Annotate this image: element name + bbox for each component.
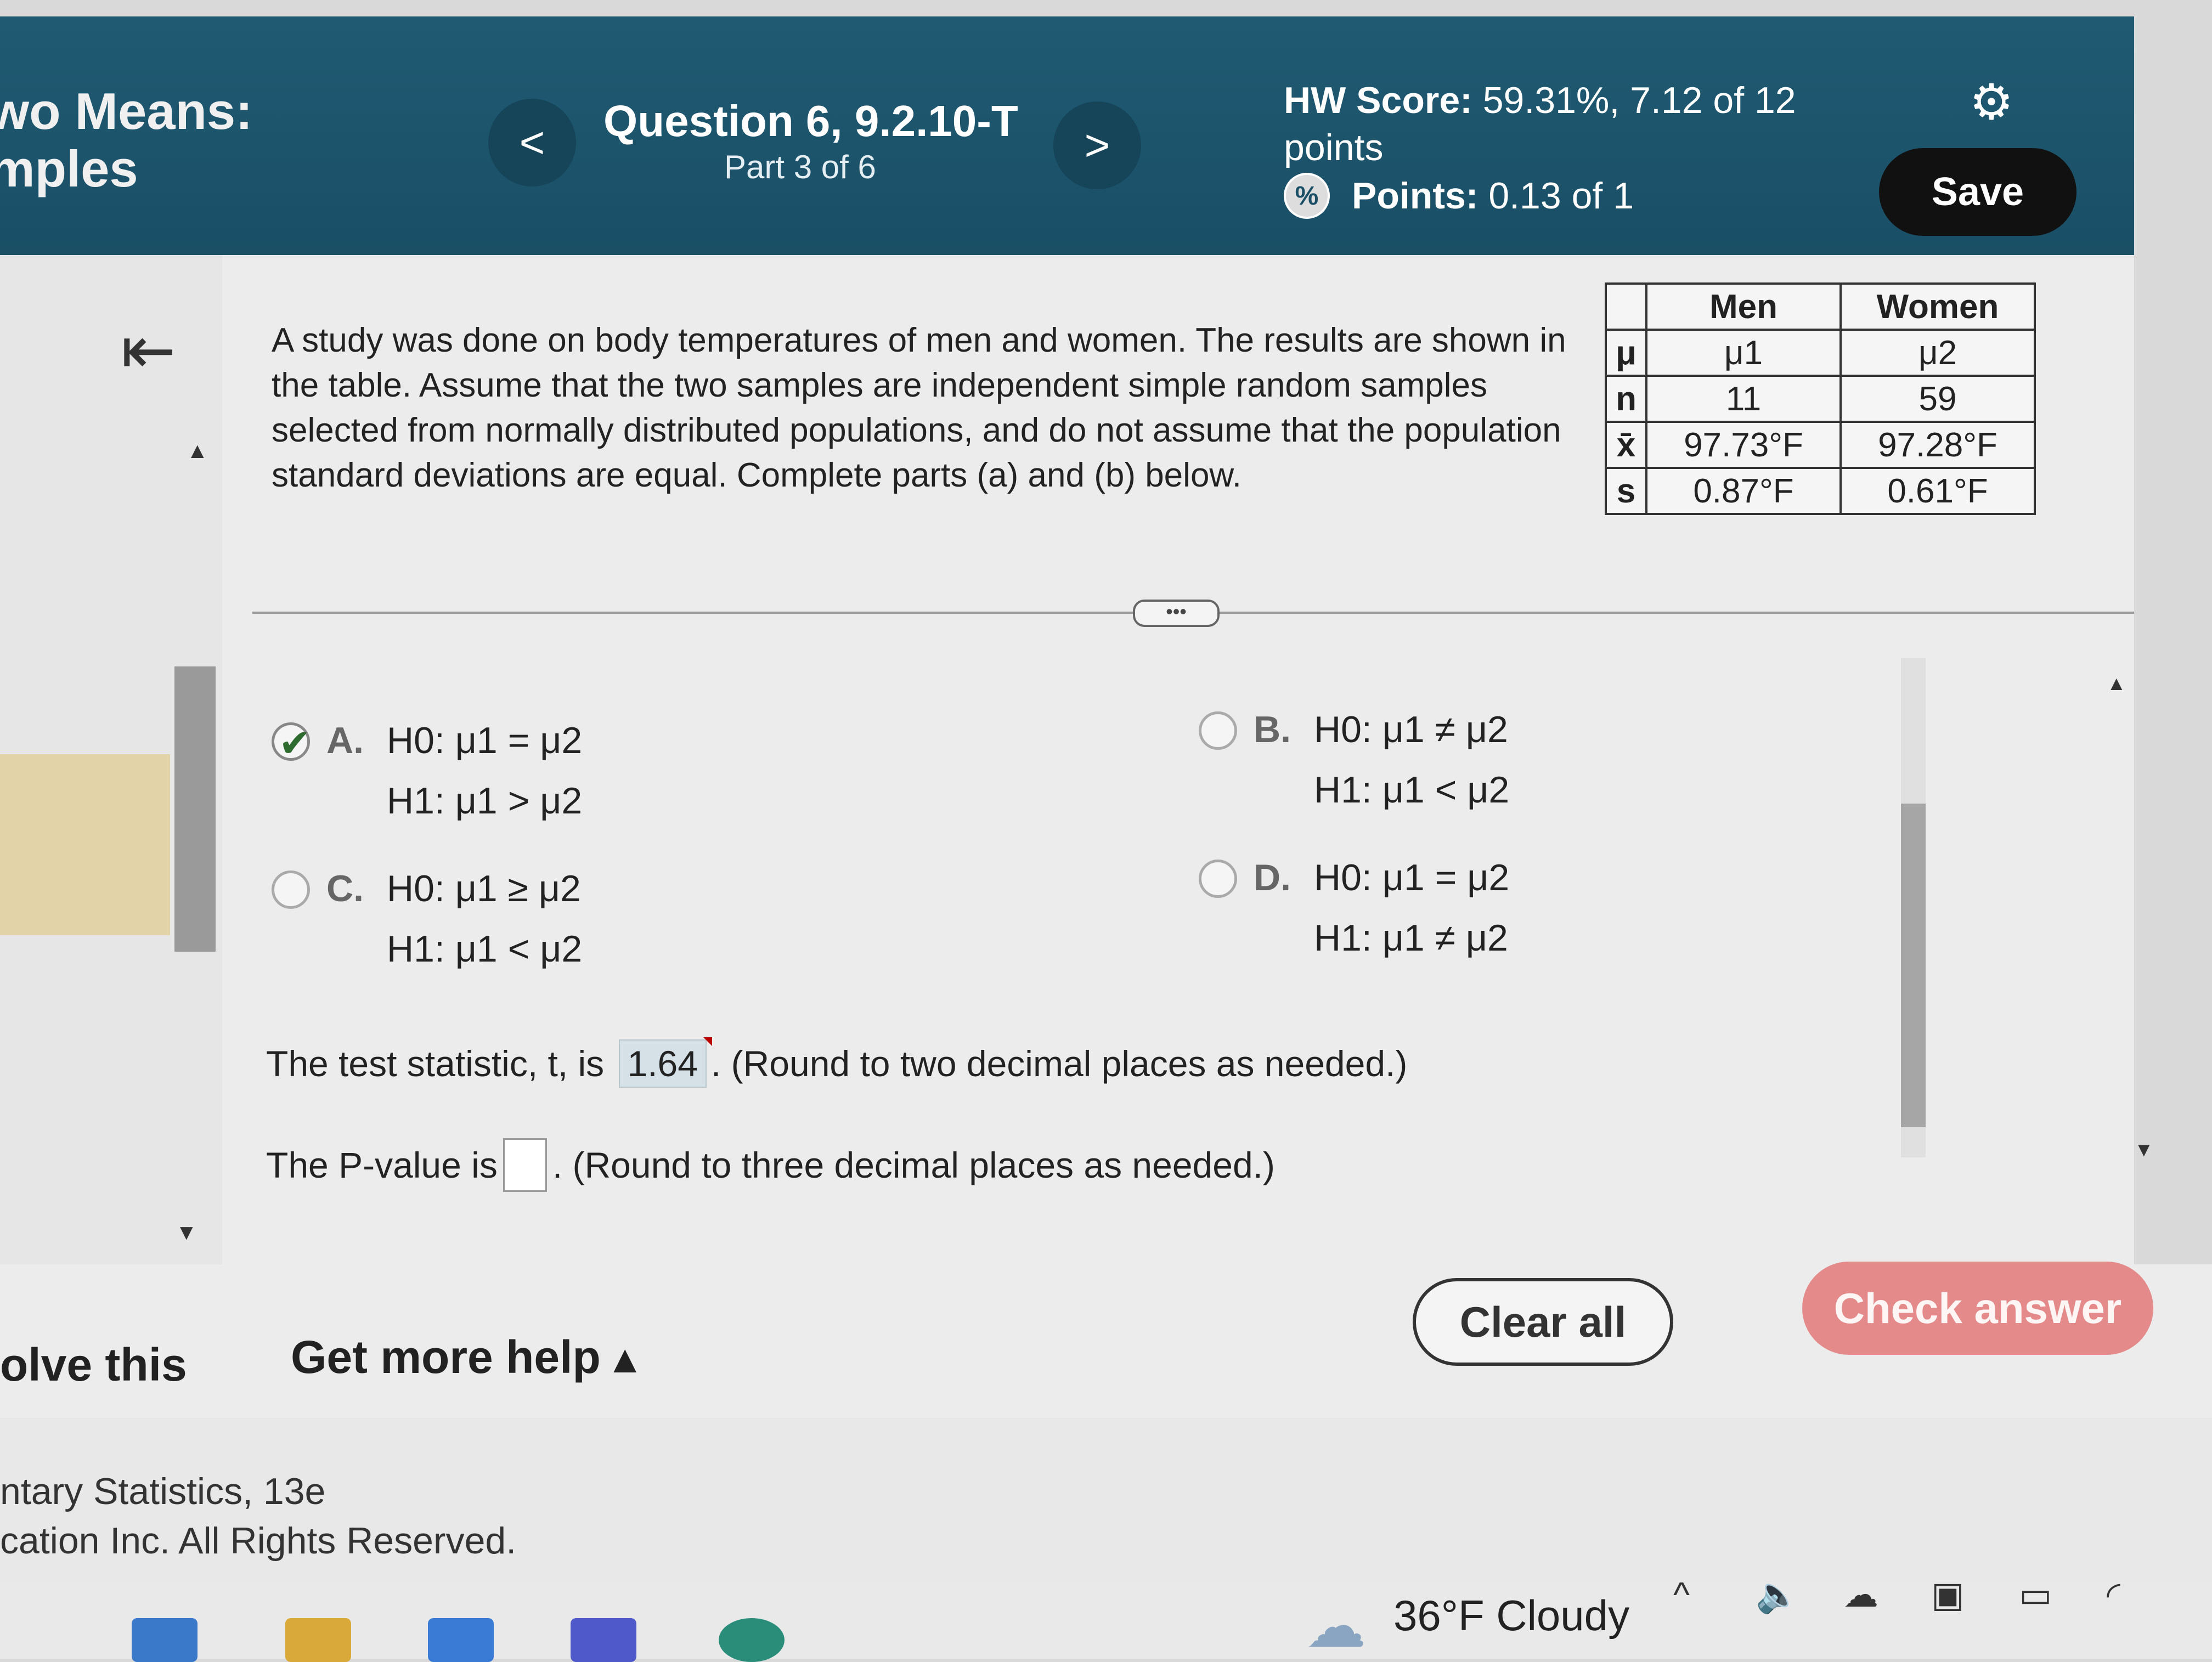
clipboard-icon[interactable]: ▣ [1931, 1574, 1964, 1615]
row-label: μ [1605, 329, 1647, 377]
option-b[interactable]: B. H0: μ1 ≠ μ2 H1: μ1 < μ2 [1199, 699, 1509, 820]
sidebar-scrollbar[interactable] [174, 666, 216, 952]
scroll-down-icon[interactable]: ▼ [2134, 1138, 2154, 1161]
edge-icon[interactable] [719, 1618, 785, 1662]
alt-hypothesis: H1: μ1 < μ2 [387, 928, 583, 970]
radio-icon[interactable] [272, 870, 310, 909]
null-hypothesis: H0: μ1 ≠ μ2 [1314, 709, 1508, 750]
problem-statement: A study was done on body temperatures of… [272, 321, 1566, 494]
solve-this-link[interactable]: olve this [0, 1338, 187, 1392]
onedrive-icon[interactable]: ☁ [1843, 1574, 1878, 1615]
points-value: 0.13 of 1 [1488, 175, 1634, 217]
option-letter: D. [1254, 857, 1291, 898]
table-cell: 97.73°F [1645, 421, 1842, 469]
test-stat-suffix: . (Round to two decimal places as needed… [710, 1043, 1408, 1084]
chevron-right-icon: > [1084, 121, 1110, 169]
teams-icon[interactable] [571, 1618, 636, 1662]
todo-icon[interactable] [428, 1618, 494, 1662]
table-row: μ μ1 μ2 [1605, 329, 2036, 377]
course-title: wo Means: mples [0, 82, 253, 197]
table-cell: μ2 [1839, 329, 2036, 377]
collapse-sidebar-icon[interactable]: ⇤ [121, 313, 176, 389]
scroll-down-icon[interactable]: ▼ [176, 1220, 198, 1245]
table-cell: 11 [1645, 375, 1842, 423]
table-header-cell: Women [1839, 282, 2036, 331]
table-cell: 59 [1839, 375, 2036, 423]
table-cell: 0.61°F [1839, 467, 2036, 515]
points-label: Points: [1352, 175, 1479, 217]
volume-icon[interactable]: 🔈 [1756, 1574, 1799, 1615]
option-letter: A. [326, 720, 364, 761]
weather-status[interactable]: 36°F Cloudy [1393, 1591, 1629, 1641]
partial-credit-icon: % [1284, 173, 1330, 219]
option-letter: B. [1254, 709, 1291, 750]
radio-icon[interactable] [1199, 711, 1237, 750]
chevron-up-icon[interactable]: ^ [1673, 1574, 1690, 1615]
cloud-icon[interactable]: ☁ [1306, 1591, 1366, 1661]
table-cell: 97.28°F [1839, 421, 2036, 469]
radio-checked-icon[interactable] [272, 713, 311, 773]
scroll-up-icon[interactable]: ▲ [187, 439, 208, 463]
table-header-cell [1605, 282, 1647, 331]
test-statistic-row: The test statistic, t, is 1.64. (Round t… [266, 1037, 1408, 1088]
save-button[interactable]: Save [1879, 148, 2076, 236]
option-a[interactable]: A. H0: μ1 = μ2 H1: μ1 > μ2 [272, 710, 582, 831]
wifi-icon[interactable]: ◜ [2107, 1574, 2120, 1615]
null-hypothesis: H0: μ1 = μ2 [387, 720, 583, 761]
table-header-row: Men Women [1605, 282, 2036, 331]
p-value-input[interactable] [503, 1138, 547, 1192]
previous-question-button[interactable]: < [488, 99, 576, 186]
null-hypothesis: H0: μ1 = μ2 [1314, 857, 1510, 898]
option-d[interactable]: D. H0: μ1 = μ2 H1: μ1 ≠ μ2 [1199, 847, 1509, 968]
p-value-suffix: . (Round to three decimal places as need… [552, 1145, 1275, 1185]
row-label: x̄ [1605, 421, 1647, 469]
clear-all-button[interactable]: Clear all [1413, 1278, 1673, 1366]
data-table: Men Women μ μ1 μ2 n 11 59 x̄ 97.73°F 97.… [1605, 282, 2036, 515]
p-value-prefix: The P-value is [266, 1145, 498, 1185]
next-question-button[interactable]: > [1053, 101, 1141, 189]
table-cell: 0.87°F [1645, 467, 1842, 515]
sidebar-highlight [0, 754, 170, 935]
question-content: A study was done on body temperatures of… [222, 255, 2134, 1264]
question-title: Question 6, 9.2.10-T [603, 97, 1018, 145]
p-value-row: The P-value is . (Round to three decimal… [266, 1138, 1275, 1192]
test-stat-answer[interactable]: 1.64 [618, 1037, 713, 1088]
table-row: s 0.87°F 0.61°F [1605, 467, 2036, 515]
scroll-up-icon[interactable]: ▲ [2107, 672, 2126, 695]
content-scrollbar-thumb[interactable] [1901, 804, 1926, 1127]
footer-book-title: ntary Statistics, 13e [0, 1471, 326, 1512]
points-row: % Points: 0.13 of 1 [1284, 173, 1634, 219]
gear-icon[interactable]: ⚙ [1967, 78, 2016, 127]
row-label: n [1605, 375, 1647, 423]
question-part: Part 3 of 6 [724, 149, 876, 185]
hw-score: HW Score: 59.31%, 7.12 of 12 points [1284, 77, 1832, 171]
alt-hypothesis: H1: μ1 > μ2 [387, 780, 583, 822]
alt-hypothesis: H1: μ1 ≠ μ2 [1314, 917, 1508, 959]
footer-copyright: cation Inc. All Rights Reserved. [0, 1520, 517, 1562]
table-cell: μ1 [1645, 329, 1842, 377]
expand-handle[interactable]: ••• [1133, 600, 1220, 627]
get-more-help-link[interactable]: Get more help ▴ [291, 1330, 636, 1384]
alt-hypothesis: H1: μ1 < μ2 [1314, 769, 1510, 811]
battery-icon: ▭ [2019, 1575, 2052, 1614]
option-letter: C. [326, 868, 364, 909]
chevron-left-icon: < [519, 118, 545, 167]
table-row: n 11 59 [1605, 375, 2036, 423]
table-header-cell: Men [1645, 282, 1842, 331]
test-stat-prefix: The test statistic, t, is [266, 1043, 605, 1084]
hw-score-label: HW Score: [1284, 80, 1472, 121]
header-bar: wo Means: mples < Question 6, 9.2.10-T P… [0, 16, 2134, 255]
option-c[interactable]: C. H0: μ1 ≥ μ2 H1: μ1 < μ2 [272, 858, 582, 979]
row-label: s [1605, 467, 1647, 515]
file-explorer-icon[interactable] [285, 1618, 351, 1662]
outlook-icon[interactable] [132, 1618, 198, 1662]
radio-icon[interactable] [1199, 860, 1237, 898]
check-answer-button[interactable]: Check answer [1802, 1262, 2153, 1355]
null-hypothesis: H0: μ1 ≥ μ2 [387, 868, 581, 909]
table-row: x̄ 97.73°F 97.28°F [1605, 421, 2036, 469]
